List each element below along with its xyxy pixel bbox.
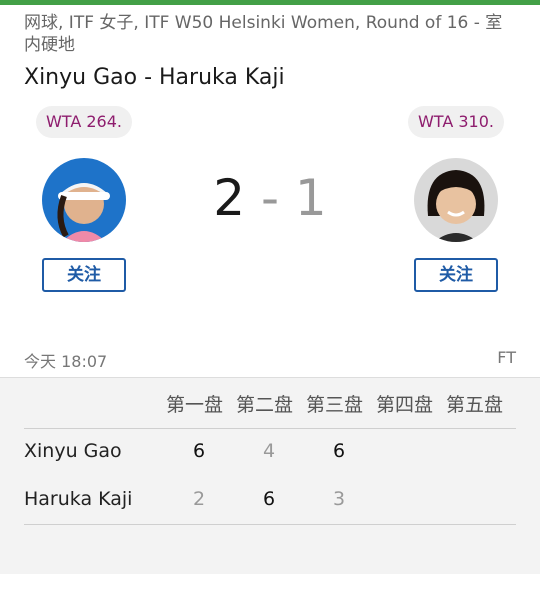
score-separator: - (260, 169, 280, 227)
match-title: Xinyu Gao - Haruka Kaji (24, 65, 285, 90)
breadcrumb[interactable]: 网球, ITF 女子, ITF W50 Helsinki Women, Roun… (24, 12, 519, 56)
away-player: WTA 310. 关注 (396, 106, 516, 292)
home-avatar[interactable] (42, 158, 126, 242)
match-score: 2 - 1 (190, 168, 350, 228)
away-sets-won: 1 (294, 169, 327, 227)
set-headers-row: 第一盘 第二盘 第三盘 第四盘 第五盘 (166, 390, 516, 417)
home-sets-won: 2 (213, 169, 246, 227)
player-photo-icon (414, 158, 498, 242)
home-player: WTA 264. 关注 (24, 106, 144, 292)
set-score: 4 (262, 440, 276, 462)
away-avatar[interactable] (414, 158, 498, 242)
table-divider (24, 428, 516, 429)
home-rank-badge[interactable]: WTA 264. (35, 106, 132, 138)
away-follow-button[interactable]: 关注 (414, 258, 498, 292)
set-header: 第三盘 (306, 394, 364, 416)
set-header: 第五盘 (446, 394, 504, 416)
top-accent-bar (0, 0, 540, 5)
match-status: FT (497, 348, 516, 367)
match-time: 今天 18:07 (24, 352, 108, 371)
set-score: 3 (332, 488, 346, 510)
set-score: 6 (262, 488, 276, 510)
set-header: 第二盘 (236, 394, 294, 416)
set-score: 6 (192, 440, 206, 462)
set-scores-table: 第一盘 第二盘 第三盘 第四盘 第五盘 Xinyu Gao 6 4 6 Haruka K… (0, 377, 540, 574)
set-header: 第一盘 (166, 394, 224, 416)
match-header: 网球, ITF 女子, ITF W50 Helsinki Women, Roun… (24, 12, 519, 92)
player-name: Haruka Kaji (24, 488, 133, 510)
set-header: 第四盘 (376, 394, 434, 416)
player-name: Xinyu Gao (24, 440, 122, 462)
set-score: 2 (192, 488, 206, 510)
home-follow-button[interactable]: 关注 (42, 258, 126, 292)
set-score: 6 (332, 440, 346, 462)
away-rank-badge[interactable]: WTA 310. (407, 106, 504, 138)
match-meta: 今天 18:07 FT (24, 348, 516, 372)
table-divider (24, 524, 516, 525)
player-photo-icon (42, 158, 126, 242)
